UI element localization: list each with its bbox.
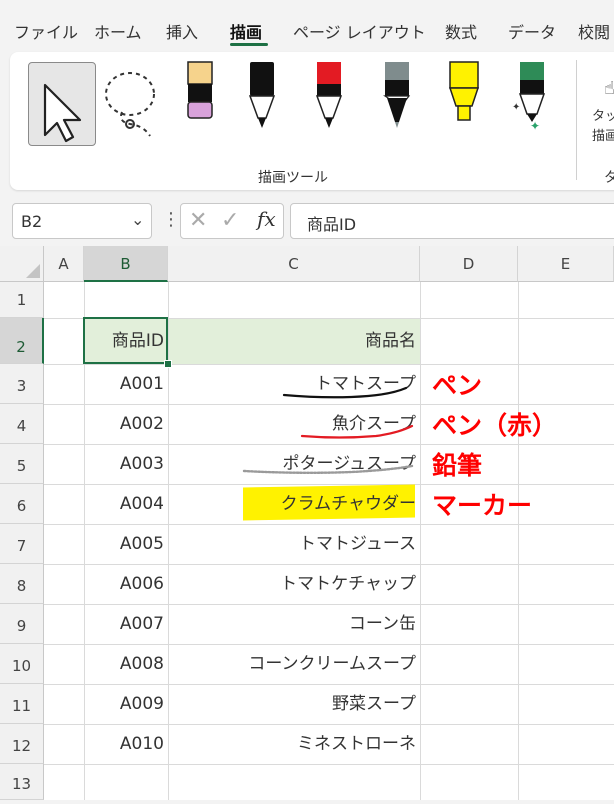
- active-tab-indicator: [230, 43, 268, 46]
- spreadsheet-grid: A B C D E 1 2 3 4 5 6 7 8 9 10 11 12 13 …: [0, 246, 614, 800]
- name-box[interactable]: B2 ⌄: [12, 203, 152, 239]
- touch-label-line1: タッ: [592, 109, 614, 124]
- pencil-button[interactable]: [377, 60, 417, 130]
- annotation-pen: ペン: [432, 371, 483, 400]
- ribbon-draw: ✦ ✦ ☝ タッ 描画 描画ツール タ: [10, 52, 614, 190]
- touch-label-line2: 描画: [592, 129, 614, 144]
- ribbon-separator: [576, 60, 577, 180]
- svg-text:✦: ✦: [530, 119, 540, 130]
- more-vertical-icon[interactable]: ⋮: [162, 210, 180, 230]
- black-pen-icon: [248, 62, 276, 128]
- touch-draw-button[interactable]: ☝ タッ 描画: [592, 79, 614, 147]
- red-pen-icon: [315, 62, 343, 128]
- highlighter-icon: [448, 61, 480, 121]
- ink-strokes: [242, 386, 414, 474]
- group-label-partial: タ: [604, 170, 614, 186]
- name-box-value: B2: [21, 212, 43, 231]
- tab-formulas[interactable]: 数式: [445, 19, 477, 43]
- cursor-arrow-icon: [43, 83, 82, 143]
- pen-stroke-red: [300, 424, 414, 439]
- chevron-down-icon[interactable]: ⌄: [131, 210, 144, 229]
- cancel-icon[interactable]: ✕: [189, 208, 207, 233]
- lasso-icon: [105, 72, 155, 137]
- black-pen-button[interactable]: [242, 60, 282, 130]
- tab-page-layout[interactable]: ページ レイアウト: [293, 19, 426, 43]
- insert-function-icon[interactable]: fx: [257, 207, 276, 231]
- eraser-button[interactable]: [180, 60, 220, 130]
- tab-review[interactable]: 校閲: [578, 19, 610, 43]
- annotation-marker: マーカー: [432, 491, 533, 520]
- eraser-icon: [187, 61, 213, 119]
- pencil-stroke: [242, 464, 414, 474]
- lasso-select-button[interactable]: [100, 64, 164, 142]
- formula-actions: ✕ ✓ fx: [180, 203, 284, 239]
- annotation-red-pen: ペン（赤）: [432, 411, 558, 440]
- highlighter-button[interactable]: [444, 60, 484, 130]
- pencil-icon: [383, 62, 411, 128]
- annotation-pencil: 鉛筆: [432, 451, 483, 480]
- tab-home[interactable]: ホーム: [94, 19, 142, 43]
- tab-draw[interactable]: 描画: [230, 19, 262, 43]
- menu-tabs: ファイル ホーム 挿入 描画 ページ レイアウト 数式 データ 校閲: [0, 0, 614, 48]
- formula-input[interactable]: 商品ID: [290, 203, 614, 239]
- red-pen-button[interactable]: [309, 60, 349, 130]
- tab-data[interactable]: データ: [508, 19, 556, 43]
- tab-insert[interactable]: 挿入: [166, 19, 198, 43]
- effect-pen-icon: ✦ ✦: [512, 62, 546, 133]
- group-label-drawing-tools: 描画ツール: [258, 170, 328, 186]
- hand-icon: ☝: [604, 78, 614, 99]
- check-icon[interactable]: ✓: [221, 208, 239, 233]
- effect-pen-button[interactable]: ✦ ✦: [510, 60, 550, 133]
- tab-file[interactable]: ファイル: [14, 19, 78, 43]
- select-objects-button[interactable]: [28, 62, 96, 146]
- pen-stroke-black: [282, 386, 408, 399]
- formula-content: 商品ID: [307, 215, 357, 234]
- svg-text:✦: ✦: [512, 102, 520, 113]
